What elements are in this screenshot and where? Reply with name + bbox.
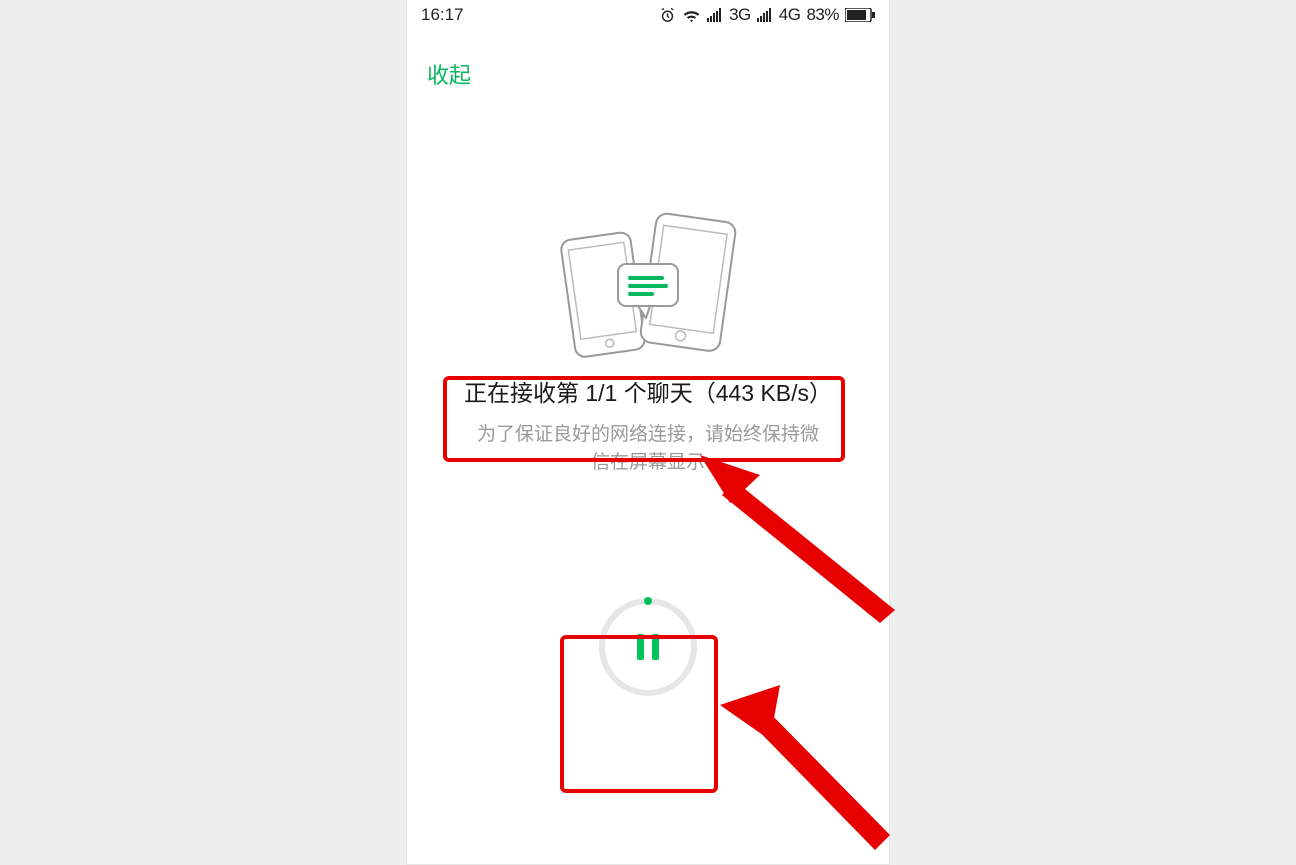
collapse-button[interactable]: 收起 xyxy=(427,58,471,90)
signal-icon xyxy=(757,8,773,22)
network-2-label: 4G xyxy=(779,5,801,25)
top-bar: 收起 xyxy=(407,30,889,90)
pause-area xyxy=(407,598,889,696)
phone-screen: 16:17 3G xyxy=(407,0,889,864)
pause-button[interactable] xyxy=(599,598,697,696)
alarm-icon xyxy=(659,7,676,24)
status-time: 16:17 xyxy=(421,5,464,25)
battery-percent: 83% xyxy=(806,5,839,25)
network-1-label: 3G xyxy=(729,5,751,25)
status-bar: 16:17 3G xyxy=(407,0,889,30)
transfer-illustration xyxy=(407,200,889,360)
hint-line-1: 为了保证良好的网络连接，请始终保持微 xyxy=(477,424,819,445)
signal-icon xyxy=(707,8,723,22)
pause-icon xyxy=(637,634,659,660)
hint-line-2: 信在屏幕显示 xyxy=(591,452,705,473)
battery-icon xyxy=(845,8,875,22)
phones-transfer-icon xyxy=(548,200,748,360)
wifi-icon xyxy=(682,8,701,22)
status-right-cluster: 3G 4G 83% xyxy=(659,5,875,25)
transfer-hint-text: 为了保证良好的网络连接，请始终保持微 信在屏幕显示 xyxy=(407,421,889,478)
transfer-status-text: 正在接收第 1/1 个聊天（443 KB/s） xyxy=(407,376,889,411)
